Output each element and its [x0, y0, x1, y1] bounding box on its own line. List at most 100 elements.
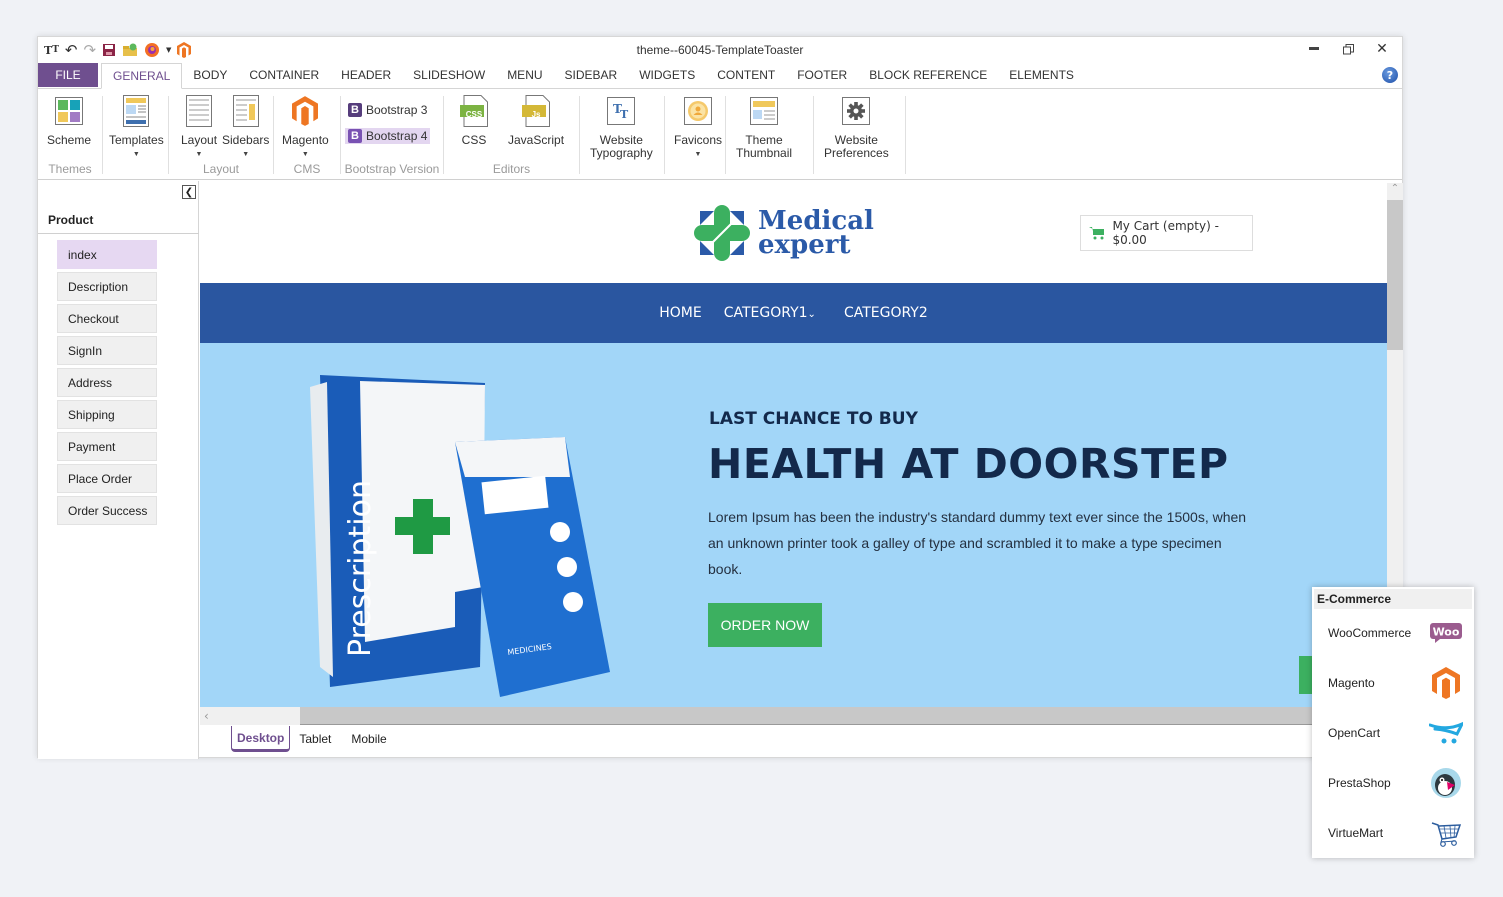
hero-kicker: LAST CHANCE TO BUY [709, 409, 918, 429]
group-typography: TT Website Typography [580, 90, 664, 180]
page-item-payment[interactable]: Payment [57, 432, 157, 461]
tab-widgets[interactable]: WIDGETS [628, 62, 706, 88]
tab-header[interactable]: HEADER [330, 62, 402, 88]
page-item-signin[interactable]: SignIn [57, 336, 157, 365]
svg-text:T: T [620, 108, 629, 121]
tab-body[interactable]: BODY [182, 62, 238, 88]
group-label-bootstrap: Bootstrap Version [344, 162, 440, 176]
ecommerce-item-virtuemart[interactable]: VirtueMart [1328, 813, 1464, 853]
website-preferences-button[interactable]: Website Preferences [824, 95, 889, 160]
page-item-checkout[interactable]: Checkout [57, 304, 157, 333]
bootstrap3-option[interactable]: B Bootstrap 3 [345, 102, 430, 118]
ribbon-panel: Scheme Themes Templates ▼ Layout ▼ Sideb… [38, 90, 1402, 180]
templates-button[interactable]: Templates ▼ [109, 95, 164, 161]
nav-category1[interactable]: CATEGORY1⌄ [724, 305, 816, 321]
magento-icon [290, 95, 320, 127]
scroll-left-icon[interactable]: ‹ [200, 707, 300, 725]
page-item-place-order[interactable]: Place Order [57, 464, 157, 493]
prestashop-icon [1428, 765, 1464, 801]
scrollbar-thumb[interactable] [1387, 200, 1403, 350]
ecommerce-item-opencart[interactable]: OpenCart [1328, 713, 1464, 753]
tab-file[interactable]: FILE [38, 63, 98, 87]
cart-button[interactable]: My Cart (empty) - $0.00 [1080, 215, 1253, 251]
tab-footer[interactable]: FOOTER [786, 62, 858, 88]
ribbon-tabs: FILE GENERAL BODY CONTAINER HEADER SLIDE… [38, 63, 1402, 89]
site-header: Medical expert My Cart (empty) - $0.00 [200, 183, 1387, 283]
gear-icon [841, 95, 871, 127]
ecommerce-item-magento[interactable]: Magento [1328, 663, 1464, 703]
ecommerce-item-woocommerce[interactable]: WooCommerce Woo [1328, 613, 1464, 653]
hero-body: Lorem Ipsum has been the industry's stan… [708, 509, 1247, 577]
javascript-button[interactable]: Js JavaScript [508, 95, 564, 147]
hero-banner: Prescription MEDICINES LAST CHANCE TO BU… [200, 343, 1387, 707]
horizontal-scrollbar[interactable]: ‹ [200, 707, 1350, 725]
tab-mobile[interactable]: Mobile [342, 726, 396, 752]
minimize-icon[interactable] [1304, 39, 1324, 59]
group-label-editors: Editors [492, 162, 531, 176]
group-editors: CSS CSS Js JavaScript Editors [444, 90, 579, 180]
nav-category2[interactable]: CATEGORY2 [844, 305, 928, 321]
site-logo[interactable]: Medical expert [692, 203, 874, 263]
tab-content[interactable]: CONTENT [706, 62, 786, 88]
prescription-bags-image: Prescription MEDICINES [310, 375, 610, 697]
tab-menu[interactable]: MENU [496, 62, 553, 88]
site-nav: HOME CATEGORY1⌄ CATEGORY2 [200, 283, 1387, 343]
group-themes: Scheme Themes [38, 90, 102, 180]
logo-line-2: expert [758, 230, 851, 260]
website-typography-button[interactable]: TT Website Typography [590, 95, 653, 160]
scroll-up-icon[interactable]: ⌃ [1387, 183, 1403, 200]
dropdown-caret-icon: ▼ [242, 151, 250, 158]
theme-thumbnail-button[interactable]: Theme Thumbnail [736, 95, 792, 160]
page-item-description[interactable]: Description [57, 272, 157, 301]
restore-icon[interactable] [1338, 39, 1358, 59]
scheme-button[interactable]: Scheme [47, 95, 91, 147]
order-now-button[interactable]: ORDER NOW [708, 603, 822, 647]
tab-sidebar[interactable]: SIDEBAR [554, 62, 629, 88]
tab-slideshow[interactable]: SLIDESHOW [402, 62, 496, 88]
collapse-panel-icon[interactable]: ❮ [182, 185, 196, 199]
group-templates: Templates ▼ [103, 90, 168, 180]
favicons-button[interactable]: Favicons ▼ [674, 95, 722, 161]
page-item-index[interactable]: index [57, 240, 157, 269]
dropdown-caret-icon: ▼ [694, 151, 702, 158]
group-label-themes: Themes [48, 162, 92, 176]
favicon-icon [683, 95, 713, 127]
sidebars-button[interactable]: Sidebars ▼ [222, 95, 269, 161]
group-layout: Layout ▼ Sidebars ▼ Layout [169, 90, 273, 180]
bootstrap-icon: B [348, 129, 362, 143]
ecommerce-item-prestashop[interactable]: PrestaShop [1328, 763, 1464, 803]
virtuemart-icon [1428, 815, 1464, 851]
pages-panel: ❮ Product index Description Checkout Sig… [38, 181, 199, 759]
bootstrap4-option[interactable]: B Bootstrap 4 [345, 128, 431, 144]
tab-desktop[interactable]: Desktop [231, 726, 291, 752]
tab-elements[interactable]: ELEMENTS [998, 62, 1085, 88]
page-item-order-success[interactable]: Order Success [57, 496, 157, 525]
layout-button[interactable]: Layout ▼ [181, 95, 217, 161]
scheme-icon [54, 95, 84, 127]
tab-container[interactable]: CONTAINER [238, 62, 330, 88]
group-label-layout: Layout [202, 162, 240, 176]
group-thumbnail: Theme Thumbnail [726, 90, 813, 180]
js-file-icon: Js [521, 95, 551, 127]
window-title: theme--60045-TemplateToaster [636, 43, 804, 57]
help-icon[interactable]: ? [1382, 67, 1398, 83]
nav-home[interactable]: HOME [659, 305, 701, 321]
design-preview[interactable]: Medical expert My Cart (empty) - $0.00 H… [200, 183, 1387, 707]
dropdown-caret-icon: ▼ [132, 151, 140, 158]
thumbnail-icon [749, 95, 779, 127]
tab-block-reference[interactable]: BLOCK REFERENCE [858, 62, 998, 88]
css-button[interactable]: CSS CSS [459, 95, 489, 147]
window-controls: ✕ [1304, 39, 1392, 59]
magento-button[interactable]: Magento ▼ [282, 95, 329, 161]
templates-icon [121, 95, 151, 127]
panel-title: Product [48, 213, 94, 227]
page-item-address[interactable]: Address [57, 368, 157, 397]
group-cms: Magento ▼ CMS [274, 90, 340, 180]
close-icon[interactable]: ✕ [1372, 39, 1392, 59]
tab-general[interactable]: GENERAL [101, 63, 183, 89]
app-window: TT ↶ ↷ ▼ theme--60045-TemplateToaster ✕ … [37, 36, 1403, 759]
magento-icon [1428, 665, 1464, 701]
hero-headline: HEALTH AT DOORSTEP [708, 440, 1229, 488]
page-item-shipping[interactable]: Shipping [57, 400, 157, 429]
tab-tablet[interactable]: Tablet [290, 726, 340, 752]
